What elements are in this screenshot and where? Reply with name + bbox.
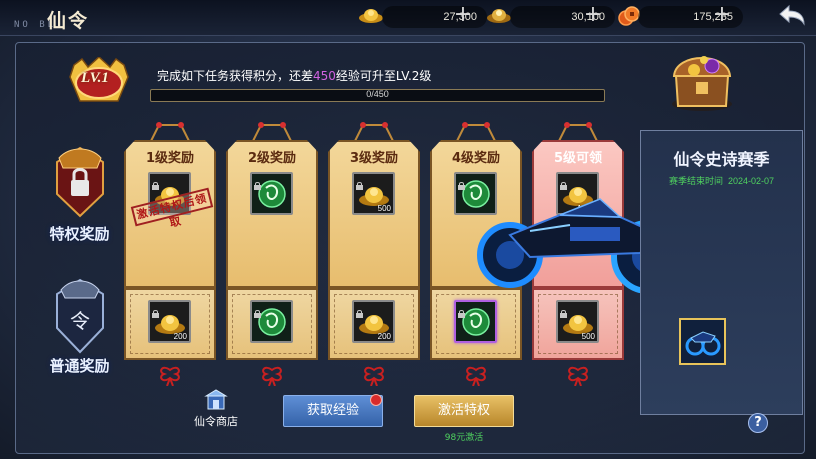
shop-icon [204, 389, 228, 410]
normal-reward-item[interactable]: 200 [148, 300, 191, 343]
notification-dot [370, 394, 382, 406]
red-knot-icon [360, 364, 388, 387]
level-label: LV.1 [81, 70, 109, 86]
lock-icon [560, 303, 567, 318]
page-title: 仙令 [47, 10, 90, 32]
progress-text: 0/450 [366, 89, 389, 99]
column-title: 4级奖励 [451, 151, 501, 166]
red-knot-icon [564, 364, 592, 387]
lock-icon [356, 303, 363, 318]
column-title: 1级奖励 [145, 151, 195, 166]
treasure-chest-icon[interactable] [668, 46, 736, 116]
add-silver-button[interactable]: + [582, 4, 604, 27]
tab-normal-rewards[interactable]: 令 普通奖励 [32, 272, 127, 382]
level-progress-bar: 0/450 [150, 89, 605, 102]
add-gold-button[interactable]: + [452, 4, 474, 27]
privilege-emblem-icon [56, 146, 104, 218]
lock-icon [152, 175, 159, 190]
red-knot-icon [462, 364, 490, 387]
task-prefix: 完成如下任务获得积分，还差 [157, 69, 314, 83]
lock-icon [458, 175, 465, 190]
item-quantity: 500 [377, 204, 391, 213]
column-title: 5级可领 [553, 151, 603, 166]
shop-button[interactable]: 仙令商店 [186, 388, 246, 432]
column-title: 2级奖励 [247, 151, 297, 166]
tab-privilege-rewards[interactable]: 特权奖励 [32, 140, 127, 250]
red-knot-icon [156, 364, 184, 387]
silver-ingot-icon [487, 9, 511, 23]
season-title: 仙令史诗赛季 [673, 150, 770, 169]
tab-normal-label: 普通奖励 [49, 357, 110, 375]
get-exp-button[interactable]: 获取经验 [283, 395, 383, 427]
activate-price: 98元激活 [444, 433, 484, 443]
gold-ingot-icon [359, 9, 383, 23]
lock-icon [254, 175, 261, 190]
item-quantity: 200 [377, 332, 391, 341]
red-knot-icon [258, 364, 286, 387]
column-hanger [555, 121, 601, 143]
normal-reward-item[interactable] [250, 300, 293, 343]
lock-icon [254, 303, 261, 318]
column-hanger [351, 121, 397, 143]
column-hanger [453, 121, 499, 143]
privilege-reward-item[interactable] [250, 172, 293, 215]
season-end-info: 赛季结束时间 2024-02-07 [640, 174, 803, 187]
task-suffix: 经验可升至LV.2级 [335, 69, 432, 83]
svg-text:令: 令 [70, 309, 90, 333]
item-quantity: 200 [173, 332, 187, 341]
lock-icon [356, 175, 363, 190]
column-title: 3级奖励 [349, 151, 399, 166]
normal-reward-item[interactable]: 200 [352, 300, 395, 343]
back-arrow-icon[interactable] [776, 2, 808, 32]
motorcycle-reward-icon [681, 320, 724, 363]
exp-needed: 450 [313, 69, 336, 83]
add-copper-button[interactable]: + [711, 4, 733, 27]
privilege-reward-item[interactable]: 500 [352, 172, 395, 215]
column-hanger [147, 121, 193, 143]
normal-reward-item[interactable]: 500 [556, 300, 599, 343]
season-panel [640, 130, 803, 415]
item-quantity: 500 [581, 332, 595, 341]
tab-privilege-label: 特权奖励 [49, 225, 110, 243]
season-end-date: 2024-02-07 [727, 176, 775, 186]
shop-label: 仙令商店 [194, 415, 238, 428]
lock-icon [458, 303, 465, 318]
help-button[interactable]: ? [748, 413, 768, 433]
task-description: 完成如下任务获得积分，还差450经验可升至LV.2级 [157, 67, 431, 84]
normal-reward-item[interactable] [454, 300, 497, 343]
normal-emblem-icon: 令 [56, 278, 104, 354]
column-hanger [249, 121, 295, 143]
lock-icon [152, 303, 159, 318]
season-reward-item[interactable] [679, 318, 726, 365]
season-end-label: 赛季结束时间 [668, 176, 723, 186]
activate-privilege-button[interactable]: 激活特权 [414, 395, 514, 427]
lock-icon [560, 175, 567, 190]
